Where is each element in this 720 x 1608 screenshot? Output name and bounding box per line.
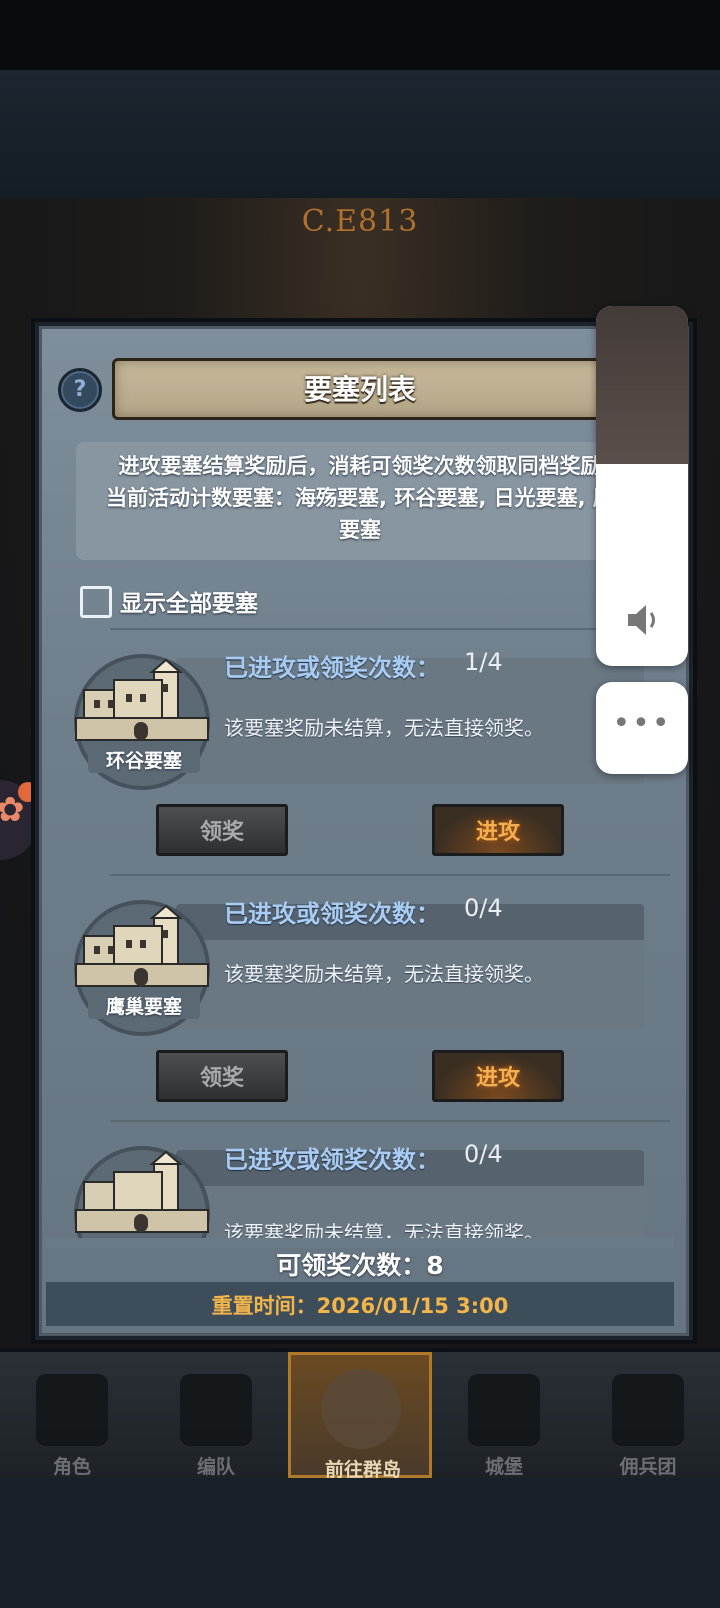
character-icon [36, 1374, 108, 1446]
attack-count-label: 已进攻或领奖次数： [224, 900, 440, 928]
castle-icon [75, 1150, 209, 1233]
description-line-3: 要塞 [339, 518, 381, 542]
description-text: 进攻要塞结算奖励后，消耗可领奖次数领取同档奖励 当前活动计数要塞：海殇要塞, 环… [80, 450, 640, 546]
nav-label: 佣兵团 [619, 1456, 677, 1478]
castle-icon [468, 1374, 540, 1446]
year-label: C.E813 [301, 204, 419, 239]
show-all-label[interactable]: 显示全部要塞 [120, 584, 258, 618]
fortress-emblem: 环谷要塞 [74, 650, 214, 790]
nav-label: 角色 [52, 1456, 91, 1478]
fortress-name: 鹰巢要塞 [88, 992, 200, 1019]
divider [110, 1120, 670, 1122]
floating-mini-panel[interactable] [596, 306, 688, 666]
attack-count-value: 1/4 [464, 648, 503, 676]
attack-count-label: 已进攻或领奖次数： [224, 1146, 440, 1174]
nav-item-mercenary[interactable]: 佣兵团 [576, 1352, 720, 1478]
top-backdrop [0, 70, 720, 198]
reset-time: 重置时间：2026/01/15 3:00 [211, 1294, 509, 1318]
fortress-emblem [74, 1142, 214, 1238]
nav-label: 城堡 [484, 1456, 523, 1478]
nav-label: 编队 [196, 1456, 235, 1478]
show-all-checkbox[interactable] [80, 586, 112, 618]
islands-icon [321, 1369, 401, 1449]
bottom-backdrop [0, 1478, 720, 1608]
reward-status-text: 该要塞奖励未结算，无法直接领奖。 [224, 716, 544, 740]
attack-count-value: 0/4 [464, 1140, 503, 1168]
description-line-1: 进攻要塞结算奖励后，消耗可领奖次数领取同档奖励 [118, 454, 602, 478]
claim-button[interactable]: 领奖 [156, 804, 288, 856]
divider [110, 628, 670, 630]
page-title: 要塞列表 [303, 373, 416, 406]
more-icon[interactable]: ••• [596, 682, 688, 774]
nav-item-formation[interactable]: 编队 [144, 1352, 288, 1478]
speaker-icon[interactable] [622, 600, 662, 640]
formation-icon [180, 1374, 252, 1446]
mini-panel-preview [596, 306, 688, 464]
reward-status-text: 该要塞奖励未结算，无法直接领奖。 [224, 1221, 544, 1238]
nav-item-castle[interactable]: 城堡 [432, 1352, 576, 1478]
fortress-name: 环谷要塞 [88, 746, 200, 773]
claimable-count: 可领奖次数：8 [276, 1251, 444, 1280]
reward-status-text: 该要塞奖励未结算，无法直接领奖。 [224, 962, 544, 986]
claim-button[interactable]: 领奖 [156, 1050, 288, 1102]
nav-item-islands[interactable]: 前往群岛 [288, 1352, 432, 1481]
description-line-2: 当前活动计数要塞：海殇要塞, 环谷要塞, 日光要塞, 鹰 [106, 486, 614, 510]
help-button[interactable]: ? [58, 368, 102, 412]
attack-count-label: 已进攻或领奖次数： [224, 654, 440, 682]
attack-button[interactable]: 进攻 [432, 804, 564, 856]
divider [110, 874, 670, 876]
nav-item-character[interactable]: 角色 [0, 1352, 144, 1478]
mercenary-icon [612, 1374, 684, 1446]
fortress-emblem: 鹰巢要塞 [74, 896, 214, 1036]
bottom-nav: 角色 编队 前往群岛 城堡 佣兵团 [0, 1352, 720, 1481]
attack-button[interactable]: 进攻 [432, 1050, 564, 1102]
attack-count-value: 0/4 [464, 894, 503, 922]
status-bar [0, 0, 720, 70]
